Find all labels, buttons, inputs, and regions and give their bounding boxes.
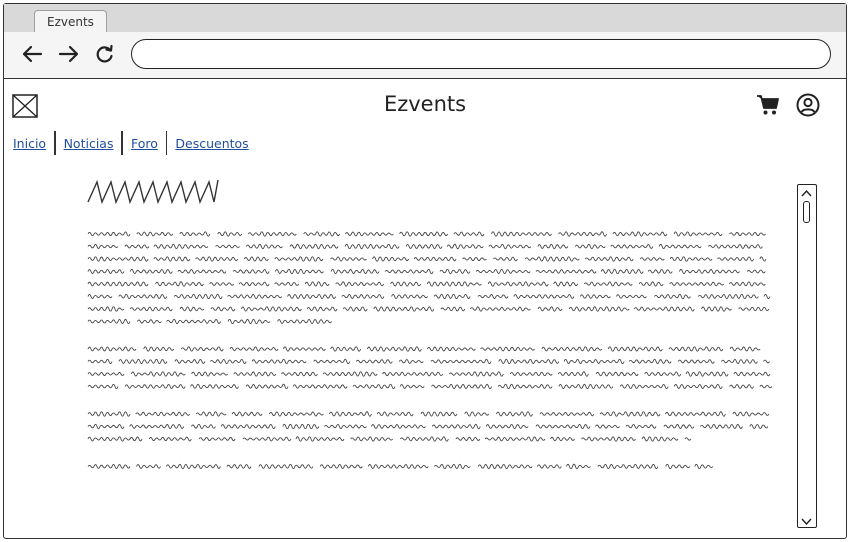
text-scribble-line — [88, 232, 772, 236]
text-scribble-line — [88, 424, 775, 428]
browser-window: Ezvents Ezvents Inicio Noticias Foro Des… — [3, 3, 847, 539]
forward-arrow-icon[interactable] — [56, 41, 82, 67]
scroll-down-icon[interactable] — [798, 512, 815, 526]
main-nav: Inicio Noticias Foro Descuentos — [13, 130, 255, 156]
site-title: Ezvents — [383, 92, 467, 116]
browser-tab[interactable]: Ezvents — [34, 10, 107, 32]
scroll-up-icon[interactable] — [798, 185, 815, 199]
page-content: Ezvents Inicio Noticias Foro Descuentos — [4, 80, 846, 538]
nav-separator — [121, 131, 123, 155]
nav-separator — [54, 131, 56, 155]
text-scribble-line — [88, 282, 773, 286]
text-scribble-line — [88, 384, 776, 388]
browser-toolbar — [4, 32, 846, 79]
text-scribble-line — [88, 257, 773, 261]
nav-link-noticias[interactable]: Noticias — [64, 136, 120, 151]
text-scribble-line — [88, 294, 776, 298]
text-scribble-line — [88, 319, 339, 323]
vertical-scrollbar[interactable] — [797, 184, 817, 528]
text-scribble-line — [88, 244, 770, 248]
back-arrow-icon[interactable] — [19, 41, 45, 67]
cart-icon[interactable] — [756, 94, 780, 116]
nav-link-foro[interactable]: Foro — [131, 136, 164, 151]
text-scribble-line — [88, 347, 767, 351]
text-scribble-line — [88, 464, 720, 468]
text-scribble-line — [88, 437, 698, 441]
text-scribble-line — [88, 372, 776, 376]
scroll-thumb[interactable] — [803, 201, 810, 223]
scribble-text-block — [82, 179, 776, 516]
heading-scribble — [87, 179, 219, 205]
text-scribble-line — [88, 269, 773, 273]
user-account-icon[interactable] — [796, 93, 820, 117]
text-scribble-line — [88, 307, 776, 311]
nav-link-inicio[interactable]: Inicio — [13, 136, 52, 151]
nav-link-descuentos[interactable]: Descuentos — [175, 136, 254, 151]
text-scribble-line — [88, 359, 776, 363]
text-scribble-line — [88, 412, 776, 416]
address-bar[interactable] — [131, 39, 831, 69]
reload-icon[interactable] — [92, 41, 118, 67]
tab-bar: Ezvents — [4, 4, 846, 33]
nav-separator — [165, 131, 168, 155]
article-placeholder — [82, 176, 776, 516]
